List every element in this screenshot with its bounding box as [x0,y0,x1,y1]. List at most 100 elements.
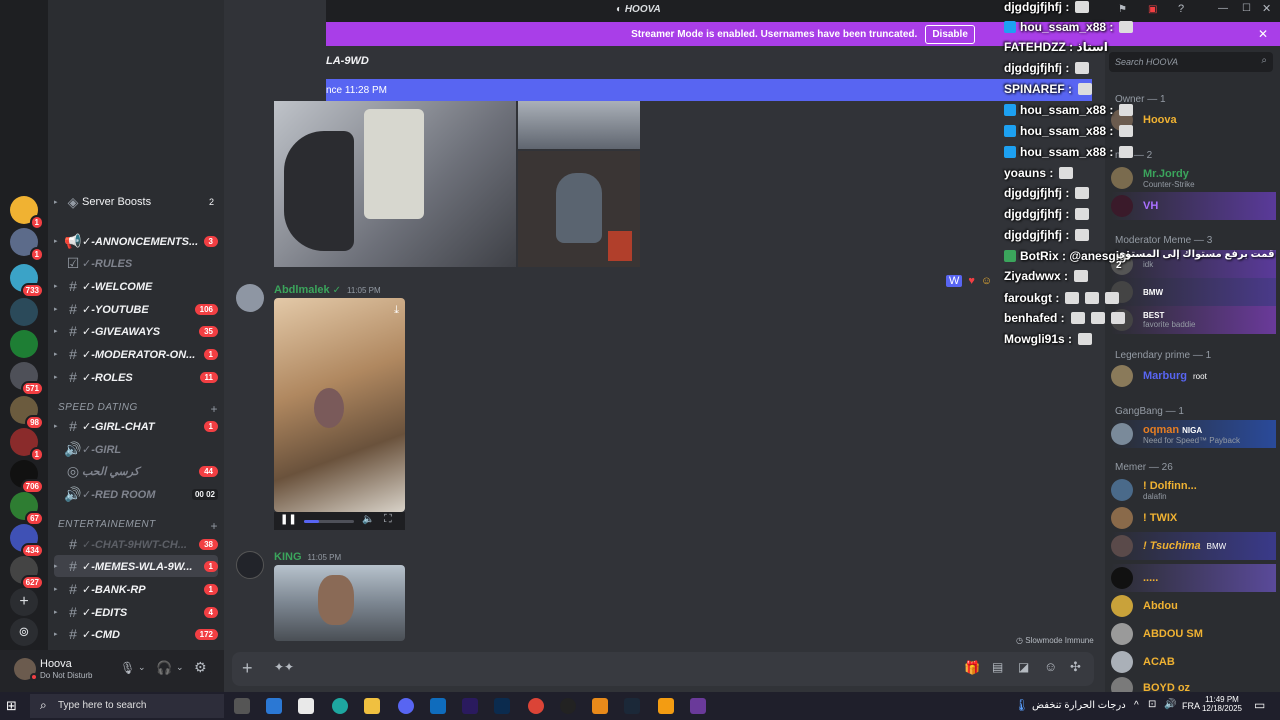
search-input[interactable]: Search HOOVA ⌕ [1109,52,1273,72]
sticker-icon[interactable]: ◪ [1018,660,1029,674]
member-item[interactable]: BEST favorite baddie [1111,306,1276,334]
volume-icon[interactable]: 🔊 [1164,699,1176,710]
discord-icon[interactable] [398,698,414,714]
fl-studio-icon[interactable] [592,698,608,714]
avatar[interactable] [236,551,264,579]
server-icon[interactable] [10,330,38,358]
member-item[interactable]: ! TWIX [1111,504,1276,532]
message-input-bar[interactable]: + ✦✦ 🎁 ▤ ◪ ☺ ✣ [232,652,1094,686]
emoji-icon[interactable]: ☺ [981,275,992,287]
gif-icon[interactable]: ▤ [992,660,1003,674]
server-icon[interactable]: 98 [10,396,44,430]
video-progress[interactable] [304,520,354,523]
pause-icon[interactable]: ❚❚ [280,514,297,525]
add-server-icon[interactable]: + [10,588,38,616]
task-view-icon[interactable] [234,698,250,714]
image-attachment[interactable] [274,101,516,267]
server-icon[interactable]: 1 [10,228,44,262]
channel-stage[interactable]: ◎ كرسي الحب 44 [54,460,218,482]
member-item[interactable]: BMW [1111,278,1276,306]
channel-girl-chat[interactable]: ▸ # ✓-GIRL-CHAT 1 [54,415,218,437]
vlc-icon[interactable] [658,698,674,714]
server-icon[interactable]: 706 [10,460,44,494]
fullscreen-icon[interactable]: ⛶ [384,513,392,526]
help-icon[interactable]: ? [1178,3,1184,15]
member-item[interactable]: ABDOU SM [1111,620,1276,648]
member-item[interactable]: VH [1111,192,1276,220]
channel-roles[interactable]: ▸ # ✓-ROLES 11 [54,366,218,388]
stream-icon[interactable]: ▣ [1148,4,1157,15]
member-item[interactable]: BOYD oz [1111,674,1276,692]
channel-rules[interactable]: ☑ ✓-RULES [54,252,218,274]
close-icon[interactable]: ✕ [1258,27,1268,41]
weather-text[interactable]: درجات الحرارة تنخفض [1032,700,1126,711]
server-icon[interactable]: 67 [10,492,44,526]
chrome-icon[interactable] [528,698,544,714]
server-icon[interactable] [10,298,38,326]
download-icon[interactable]: ⤓ [394,304,399,317]
new-messages-bar[interactable]: nce 11:28 PM [326,79,1092,101]
edge-icon[interactable] [332,698,348,714]
app-icon[interactable] [690,698,706,714]
steam-icon[interactable] [624,698,640,714]
member-item[interactable]: Abdou [1111,592,1276,620]
tray-chevron-icon[interactable]: ^ [1134,700,1139,711]
volume-icon[interactable]: 🔈 [362,514,374,525]
server-boosts[interactable]: ▸ ◈ Server Boosts 2 [54,191,218,213]
app-launcher-icon[interactable]: ✣ [1070,659,1081,675]
close-window-icon[interactable]: ✕ [1262,2,1271,15]
avatar[interactable] [236,284,264,312]
maximize-icon[interactable]: ☐ [1242,3,1251,14]
apps-icon[interactable]: ✦✦ [274,660,294,674]
member-item[interactable]: ..... [1111,564,1276,592]
app-icon[interactable] [560,698,576,714]
gear-icon[interactable]: ⚙ [194,659,207,676]
outlook-icon[interactable] [430,698,446,714]
network-icon[interactable]: ⊡ [1148,699,1156,710]
discover-icon[interactable]: ⊚ [10,618,38,646]
clock[interactable]: 11:49 PM 12/18/2025 [1200,695,1244,713]
channel-bank-rp[interactable]: ▸ # ✓-BANK-RP 1 [54,578,218,600]
member-item[interactable]: ACAB [1111,648,1276,676]
channel-red-room[interactable]: 🔊 ✓-RED ROOM 00 02 [54,483,218,505]
file-icon[interactable] [298,698,314,714]
member-item[interactable]: ! Tsuchima BMW [1111,532,1276,560]
add-attachment-icon[interactable]: + [242,658,253,679]
image-attachment[interactable] [518,151,640,267]
server-icon[interactable]: 571 [10,362,44,396]
notification-icon[interactable]: ▭ [1254,698,1265,712]
language-indicator[interactable]: FRA [1182,701,1200,711]
category-entertainment[interactable]: ENTERTAINEMENT + [58,519,218,533]
chevron-down-icon[interactable]: ⌄ [176,662,184,673]
channel-giveaways[interactable]: ▸ # ✓-GIVEAWAYS 35 [54,320,218,342]
channel-edits[interactable]: ▸ # ✓-EDITS 4 [54,601,218,623]
channel-cmd[interactable]: ▸ # ✓-CMD 172 [54,623,218,645]
channel-youtube[interactable]: ▸ # ✓-YOUTUBE 106 [54,298,218,320]
server-icon[interactable]: 733 [10,264,44,298]
server-icon[interactable]: 434 [10,524,44,558]
image-attachment[interactable] [274,565,405,641]
premiere-icon[interactable] [462,698,478,714]
minimize-icon[interactable]: — [1218,3,1228,14]
disable-button[interactable]: Disable [925,24,975,44]
photoshop-icon[interactable] [494,698,510,714]
chevron-down-icon[interactable]: ⌄ [138,662,146,673]
author-name[interactable]: KING [274,551,302,563]
member-item[interactable]: Marburg root [1111,362,1276,390]
emoji-icon[interactable]: ☺ [1044,659,1057,674]
channel-chat[interactable]: # ✓-CHAT-9HWT-CH... 38 [54,533,218,555]
channel-memes[interactable]: ▸ # ✓-MEMES-WLA-9W... 1 [54,555,218,577]
folder-icon[interactable] [364,698,380,714]
reaction-icon[interactable]: W [946,275,963,287]
channel-moderator[interactable]: ▸ # ✓-MODERATOR-ON... 1 [54,343,218,365]
channel-girl-voice[interactable]: 🔊 ✓-GIRL [54,438,218,460]
author-name[interactable]: Abdlmalek [274,284,330,296]
server-icon[interactable]: 627 [10,556,44,590]
video-attachment[interactable]: ⤓ [274,298,405,512]
category-speed-dating[interactable]: SPEED DATING + [58,402,218,416]
member-item[interactable]: ! Dolfinn... dalafin [1111,476,1276,504]
member-item[interactable]: Hoova [1111,106,1276,134]
reaction-bar[interactable]: W ♥ ☺ [946,275,992,287]
inbox-icon[interactable]: ⚑ [1118,4,1127,15]
gift-icon[interactable]: 🎁 [964,660,980,676]
